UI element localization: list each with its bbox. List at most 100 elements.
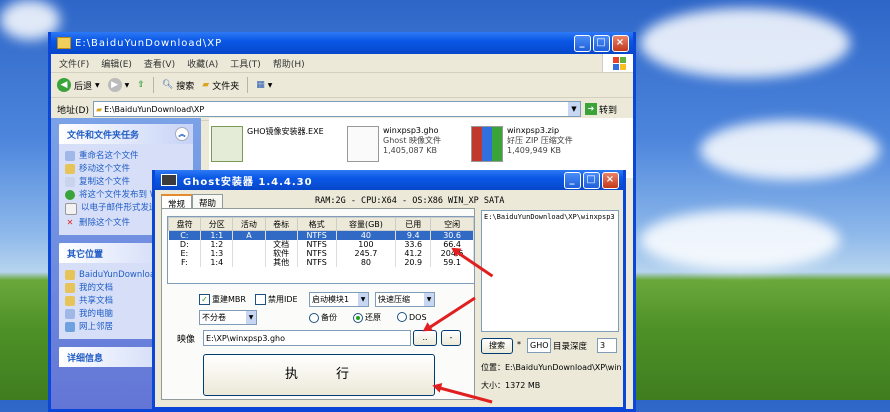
maximize-button[interactable]: □ xyxy=(593,35,610,52)
partition-table[interactable]: 盘符 分区 活动 卷标 格式 容量(GB) 已用 空闲 C: 1:1 A NTFS 40… xyxy=(167,216,475,284)
search-button[interactable]: 🔍︎ 搜索 xyxy=(162,79,194,92)
column-header[interactable]: 已用 xyxy=(395,217,432,231)
file-item[interactable]: GHO镜像安装器.EXE xyxy=(211,126,324,162)
table-cell: E: xyxy=(168,249,202,258)
menu-file[interactable]: 文件(F) xyxy=(59,57,89,70)
up-button[interactable]: ⇧ xyxy=(137,80,145,90)
computer-icon xyxy=(65,309,75,319)
list-item[interactable]: E:\BaiduYunDownload\XP\winxpsp3 xyxy=(484,213,616,221)
close-button[interactable]: × xyxy=(612,35,629,52)
address-input[interactable]: ▰ E:\BaiduYunDownload\XP ▼ xyxy=(92,101,581,117)
column-header[interactable]: 盘符 xyxy=(167,217,202,231)
column-header[interactable]: 格式 xyxy=(296,217,337,231)
email-icon xyxy=(65,203,77,215)
menu-tools[interactable]: 工具(T) xyxy=(230,57,261,70)
table-header-row: 盘符 分区 活动 卷标 格式 容量(GB) 已用 空闲 xyxy=(167,217,474,231)
rebuild-mbr-checkbox[interactable]: ✓ 重建MBR xyxy=(199,294,246,305)
minimize-button[interactable]: _ xyxy=(574,35,591,52)
select-value: 不分卷 xyxy=(202,313,226,322)
go-arrow-icon: ➜ xyxy=(584,103,597,115)
table-cell: 文档 xyxy=(265,240,298,249)
maximize-button[interactable]: □ xyxy=(583,172,600,189)
image-file-list[interactable]: E:\BaiduYunDownload\XP\winxpsp3 xyxy=(481,210,619,332)
zip-archive-icon xyxy=(471,126,503,162)
toolbar: ◀ 后退 ▼ ▶ ▼ ⇧ 🔍︎ 搜索 ▰ 文件夹 ▦ ▼ xyxy=(51,73,633,98)
column-header[interactable]: 空闲 xyxy=(430,217,474,231)
task-rename[interactable]: 重命名这个文件 xyxy=(65,151,187,161)
views-button[interactable]: ▦ ▼ xyxy=(256,80,272,90)
go-button[interactable]: ➜ 转到 xyxy=(584,103,617,116)
table-cell: 245.7 xyxy=(336,249,397,258)
file-item[interactable]: winxpsp3.zip 好压 ZIP 压缩文件 1,409,949 KB xyxy=(471,126,573,162)
explorer-title-bar[interactable]: E:\BaiduYunDownload\XP _ □ × xyxy=(51,32,633,54)
table-cell: NTFS xyxy=(297,230,337,240)
folder-icon xyxy=(65,296,75,306)
column-header[interactable]: 容量(GB) xyxy=(335,217,397,231)
file-size: 1,405,087 KB xyxy=(383,146,437,155)
delete-icon: ✕ xyxy=(66,218,74,227)
menu-help[interactable]: 帮助(H) xyxy=(273,57,305,70)
chevron-down-icon: ▼ xyxy=(246,311,256,324)
move-icon xyxy=(65,164,75,174)
back-label: 后退 xyxy=(74,81,93,92)
compression-select[interactable]: 快速压缩 ▼ xyxy=(375,292,435,307)
table-cell: NTFS xyxy=(297,249,337,258)
split-volume-select[interactable]: 不分卷 ▼ xyxy=(199,310,257,325)
folder-icon xyxy=(57,37,71,49)
dos-radio[interactable]: DOS xyxy=(397,312,427,322)
forward-button[interactable]: ▶ ▼ xyxy=(107,78,129,92)
depth-label: 目录深度 xyxy=(553,342,588,352)
table-cell: D: xyxy=(168,240,202,249)
menu-edit[interactable]: 编辑(E) xyxy=(101,57,132,70)
column-header[interactable]: 活动 xyxy=(232,217,266,231)
back-button[interactable]: ◀ 后退 ▼ xyxy=(57,78,100,92)
table-row[interactable]: C: 1:1 A NTFS 40 9.4 30.6 xyxy=(168,230,474,240)
chevron-down-icon[interactable]: ▼ xyxy=(567,102,580,116)
checkbox-label: 禁用IDE xyxy=(268,295,298,304)
panel-title: 其它位置 xyxy=(67,249,104,260)
disable-ide-checkbox[interactable]: 禁用IDE xyxy=(255,294,298,305)
table-cell: 1:3 xyxy=(200,249,234,258)
column-header[interactable]: 分区 xyxy=(200,217,234,231)
table-cell: NTFS xyxy=(297,258,337,267)
collapse-icon[interactable]: ︽ xyxy=(175,127,189,141)
table-cell xyxy=(232,258,266,267)
panel-header[interactable]: 文件和文件夹任务 ︽ xyxy=(59,124,193,144)
extension-input[interactable]: GHO xyxy=(527,338,551,353)
column-header[interactable]: 卷标 xyxy=(264,217,298,231)
folders-button[interactable]: ▰ 文件夹 xyxy=(202,79,239,92)
search-button[interactable]: 搜索 xyxy=(481,338,513,354)
globe-icon xyxy=(65,190,75,200)
boot-module-select[interactable]: 启动模块1 ▼ xyxy=(309,292,369,307)
ghost-title-bar[interactable]: Ghost安装器 1.4.4.30 _ □ × xyxy=(155,170,623,190)
table-cell: 1:4 xyxy=(200,258,234,267)
close-button[interactable]: × xyxy=(602,172,619,189)
table-row[interactable]: D:1:2文档NTFS10033.666.4 xyxy=(168,240,474,249)
toolbar-separator xyxy=(152,77,154,93)
menu-favorites[interactable]: 收藏(A) xyxy=(187,57,218,70)
radio-circle xyxy=(397,312,407,322)
restore-radio[interactable]: 还原 xyxy=(353,312,381,323)
folder-icon xyxy=(65,270,75,280)
depth-value: 3 xyxy=(600,341,606,350)
size-text: 大小：1372 MB xyxy=(481,381,541,390)
menu-view[interactable]: 查看(V) xyxy=(144,57,175,70)
table-row[interactable]: E:1:3软件NTFS245.741.2204.5 xyxy=(168,249,474,258)
depth-input[interactable]: 3 xyxy=(597,338,617,353)
image-path-input[interactable]: E:\XP\winxpsp3.gho xyxy=(203,330,411,346)
backup-radio[interactable]: 备份 xyxy=(309,312,337,323)
place-label: 网上邻居 xyxy=(79,322,114,332)
panel-title: 详细信息 xyxy=(67,353,104,364)
select-value: 启动模块1 xyxy=(312,295,350,304)
image-label: 映像 xyxy=(177,335,196,345)
radio-label: 还原 xyxy=(365,313,381,322)
table-row[interactable]: F: 1:4 其他 NTFS 80 20.9 59.1 xyxy=(168,258,474,267)
minimize-button[interactable]: _ xyxy=(564,172,581,189)
location-text: 位置：E:\BaiduYunDownload\XP\win xyxy=(481,363,621,372)
execute-button[interactable]: 执 行 xyxy=(203,354,435,396)
remove-button[interactable]: - xyxy=(441,330,461,346)
cloud xyxy=(640,8,850,78)
search-label: 搜索 xyxy=(176,81,195,92)
select-value: 快速压缩 xyxy=(378,295,410,304)
file-item[interactable]: winxpsp3.gho Ghost 映像文件 1,405,087 KB xyxy=(347,126,441,162)
